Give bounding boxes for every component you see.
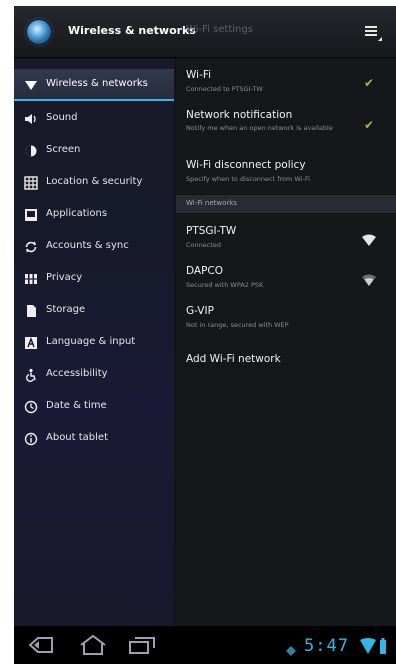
sidebar-item-sound[interactable]: Sound <box>14 103 174 135</box>
applications-icon <box>24 208 38 222</box>
network-notification-title: Network notification <box>186 109 293 121</box>
network-row-dapco[interactable]: DAPCO Secured with WPA2 PSK <box>176 259 396 293</box>
action-bar: Wireless & networks Wi-Fi settings <box>14 6 396 58</box>
wifi-toggle-row[interactable]: Wi-Fi Connected to PTSGI-TW ✔ <box>176 65 396 101</box>
sidebar-item-label: Accessibility <box>46 368 108 379</box>
add-wifi-network-label: Add Wi-Fi network <box>186 353 281 365</box>
section-header-label: Wi-Fi networks <box>186 199 237 207</box>
language-icon <box>24 336 38 350</box>
sidebar-item-label: Accounts & sync <box>46 240 129 251</box>
info-icon <box>24 432 38 446</box>
sidebar-item-screen[interactable]: Screen <box>14 135 174 167</box>
sidebar-item-label: Privacy <box>46 272 83 283</box>
wifi-summary: Connected to PTSGI-TW <box>186 85 263 93</box>
sidebar-item-label: Wireless & networks <box>46 78 148 89</box>
sidebar-item-date-time[interactable]: Date & time <box>14 391 174 423</box>
breadcrumb-wireless-networks[interactable]: Wireless & networks <box>68 24 196 37</box>
wifi-disconnect-policy-row[interactable]: Wi-Fi disconnect policy Specify when to … <box>176 155 396 189</box>
network-ssid: G-VIP <box>186 305 214 317</box>
overflow-menu-icon[interactable] <box>365 23 382 41</box>
network-row-ptsgi-tw[interactable]: PTSGI-TW Connected <box>176 219 396 253</box>
accessibility-icon <box>24 368 38 382</box>
sidebar-item-label: Storage <box>46 304 86 315</box>
sidebar-item-accessibility[interactable]: Accessibility <box>14 359 174 391</box>
sidebar-item-label: Applications <box>46 208 108 219</box>
wifi-signal-strong-icon <box>362 231 376 246</box>
sidebar-item-label: Language & input <box>46 336 136 347</box>
sidebar-item-applications[interactable]: Applications <box>14 199 174 231</box>
breadcrumb-wifi-settings[interactable]: Wi-Fi settings <box>186 24 253 35</box>
network-notification-row[interactable]: Network notification Notify me when an o… <box>176 105 396 149</box>
network-notification-checkbox[interactable]: ✔ <box>364 119 376 131</box>
sidebar-item-accounts-sync[interactable]: Accounts & sync <box>14 231 174 263</box>
network-ssid: PTSGI-TW <box>186 225 237 237</box>
wifi-settings-pane: Wi-Fi Connected to PTSGI-TW ✔ Network no… <box>176 59 396 626</box>
sidebar-item-wireless-networks[interactable]: Wireless & networks <box>14 69 174 101</box>
wifi-signal-locked-icon <box>362 271 376 286</box>
home-icon[interactable] <box>78 634 108 656</box>
sidebar-item-label: Sound <box>46 112 78 123</box>
add-wifi-network-button[interactable]: Add Wi-Fi network <box>176 345 396 373</box>
speaker-icon <box>24 112 38 126</box>
disconnect-policy-summary: Specify when to disconnect from Wi-Fi <box>186 175 310 183</box>
network-status: Secured with WPA2 PSK <box>186 281 264 289</box>
notification-icon[interactable] <box>286 641 296 656</box>
back-icon[interactable] <box>28 636 54 654</box>
sidebar-item-label: About tablet <box>46 432 108 443</box>
sidebar-item-location-security[interactable]: Location & security <box>14 167 174 199</box>
system-bar: 5:47 <box>14 626 396 664</box>
sidebar-item-label: Location & security <box>46 176 143 187</box>
wifi-battery-icon[interactable] <box>360 637 390 655</box>
grid-lock-icon <box>24 176 38 190</box>
wifi-title: Wi-Fi <box>186 69 212 81</box>
sync-icon <box>24 240 38 254</box>
brightness-icon <box>24 144 38 158</box>
network-status: Connected <box>186 241 222 249</box>
sidebar-item-language-input[interactable]: Language & input <box>14 327 174 359</box>
clock-icon <box>24 400 38 414</box>
network-status: Not in range, secured with WEP <box>186 321 289 329</box>
tablet-screen: Wireless & networks Wi-Fi settings Wirel… <box>14 6 396 664</box>
sidebar-item-privacy[interactable]: Privacy <box>14 263 174 295</box>
network-notification-summary: Notify me when an open network is availa… <box>186 124 333 132</box>
recent-apps-icon[interactable] <box>128 636 156 654</box>
settings-app-icon[interactable] <box>26 19 52 45</box>
sidebar-item-label: Date & time <box>46 400 107 411</box>
network-row-g-vip[interactable]: G-VIP Not in range, secured with WEP <box>176 299 396 333</box>
sidebar-item-storage[interactable]: Storage <box>14 295 174 327</box>
privacy-icon <box>24 272 38 286</box>
storage-icon <box>24 304 38 318</box>
sidebar-item-label: Screen <box>46 144 81 155</box>
settings-sidebar: Wireless & networks Sound Screen Locatio… <box>14 59 174 626</box>
sidebar-item-about-tablet[interactable]: About tablet <box>14 423 174 455</box>
wifi-checkbox[interactable]: ✔ <box>364 77 376 89</box>
wifi-networks-header: Wi-Fi networks <box>176 195 396 213</box>
status-clock[interactable]: 5:47 <box>304 636 349 656</box>
network-ssid: DAPCO <box>186 265 224 277</box>
disconnect-policy-title: Wi-Fi disconnect policy <box>186 159 306 171</box>
wifi-icon <box>24 78 38 92</box>
